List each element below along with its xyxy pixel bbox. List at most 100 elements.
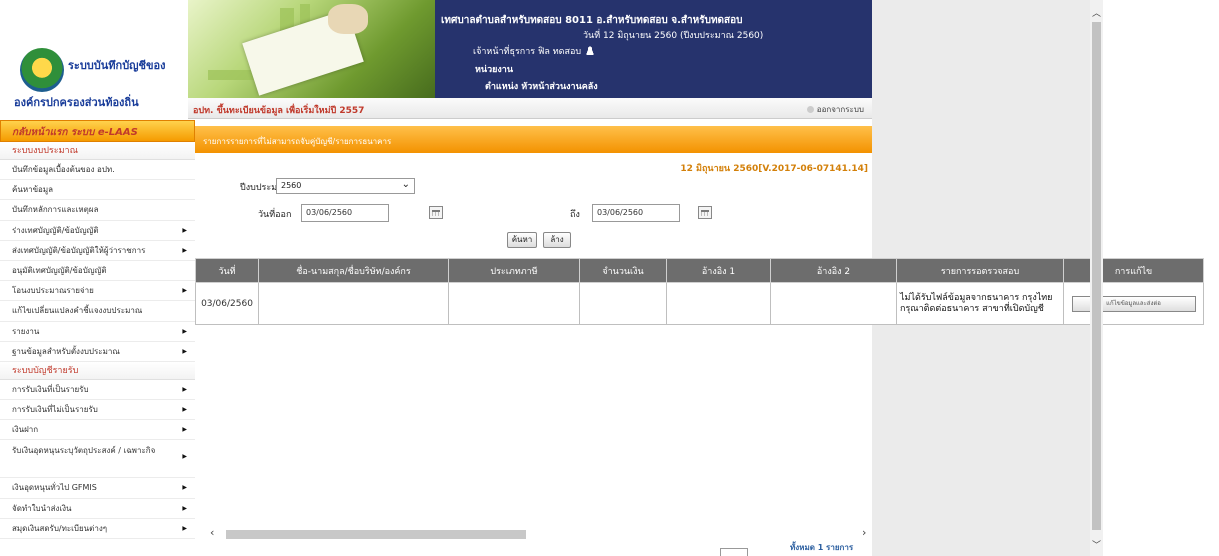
chevron-right-icon: ▶ xyxy=(182,453,187,461)
date-from-input[interactable]: 03/06/2560 xyxy=(301,204,389,222)
version-timestamp: 12 มิถุนายน 2560[V.2017-06-07141.14] xyxy=(680,164,868,174)
ref1-cell xyxy=(666,282,771,325)
sidebar-item-label: สมุดเงินสดรับ/ทะเบียนต่างๆ xyxy=(12,523,108,533)
current-date: วันที่ 12 มิถุนายน 2560 (ปีงบประมาณ 2560… xyxy=(583,31,764,41)
sidebar-item-label: อนุมัติเทศบัญญัติ/ข้อบัญญัติ xyxy=(12,265,107,275)
fiscal-year-select[interactable]: 2560 ⌄ xyxy=(276,178,415,194)
position-label: ตำแหน่ง หัวหน้าส่วนงานคลัง xyxy=(485,82,598,92)
sidebar-home-label: กลับหน้าแรก ระบบ e-LAAS xyxy=(12,127,138,138)
column-header: รายการรอตรวจสอบ xyxy=(896,258,1064,283)
sidebar-item-label: ค้นหาข้อมูล xyxy=(12,185,54,195)
sidebar-item[interactable]: ส่งเทศบัญญัติ/ข้อบัญญัติให้ผู้ว่าราชการ ▶ xyxy=(0,241,195,261)
calendar-icon[interactable] xyxy=(698,206,712,219)
section-banner-text: รายการรายการที่ไม่สามารถจับคู่บัญชี/รายก… xyxy=(203,137,392,146)
date-from-label: วันที่ออก xyxy=(258,210,292,220)
logout-label: ออกจากระบบ xyxy=(816,105,864,114)
user-icon xyxy=(585,46,596,55)
sidebar-item[interactable]: ร่างเทศบัญญัติ/ข้อบัญญัติ ▶ xyxy=(0,221,195,241)
logout-icon xyxy=(806,106,814,113)
sidebar-menu: กลับหน้าแรก ระบบ e-LAAS ระบบงบประมาณ บันท… xyxy=(0,120,195,556)
sidebar-item-label: จัดทำใบนำส่งเงิน xyxy=(12,503,72,513)
tax-type-cell xyxy=(448,282,580,325)
sidebar-item[interactable]: เงินอุดหนุนทั่วไป GFMIS ▶ xyxy=(0,478,195,499)
user-info-banner: เทศบาลตำบลสำหรับทดสอบ 8011 อ.สำหรับทดสอบ… xyxy=(435,0,872,98)
scroll-right-icon[interactable]: › xyxy=(862,526,866,539)
pending-note-cell: ไม่ได้รับไฟล์ข้อมูลจากธนาคาร กรุงไทย กรุ… xyxy=(896,282,1064,325)
chevron-right-icon: ▶ xyxy=(182,504,187,512)
logo-title-line1: ระบบบันทึกบัญชีของ xyxy=(68,59,166,72)
column-header: อ้างอิง 2 xyxy=(770,258,897,283)
scroll-down-icon[interactable]: ﹀ xyxy=(1092,538,1101,551)
chevron-right-icon: ▶ xyxy=(182,524,187,532)
chevron-right-icon: ▶ xyxy=(182,327,187,335)
sidebar-item[interactable]: ค้นหาข้อมูล xyxy=(0,180,195,201)
user-name-line: เจ้าหน้าที่ธุรการ ฟิล ทดสอบ xyxy=(473,44,596,58)
name-cell xyxy=(258,282,449,325)
app-window: ระบบบันทึกบัญชีของ องค์กรปกครองส่วนท้องถ… xyxy=(0,0,1219,556)
laas-emblem-icon xyxy=(20,48,64,92)
scroll-up-icon[interactable]: ︿ xyxy=(1092,6,1101,19)
sidebar-item-label: ร่างเทศบัญญัติ/ข้อบัญญัติ xyxy=(12,225,99,235)
sidebar-item[interactable]: บันทึกข้อมูลเบื้องต้นของ อปท. xyxy=(0,160,195,181)
sidebar-body: ระบบงบประมาณ บันทึกข้อมูลเบื้องต้นของ อปท… xyxy=(0,142,195,539)
date-to-input[interactable]: 03/06/2560 xyxy=(592,204,680,222)
logout-link[interactable]: ออกจากระบบ xyxy=(806,103,864,116)
vertical-scrollbar[interactable]: ︿ ﹀ xyxy=(1090,0,1103,556)
chevron-right-icon: ▶ xyxy=(182,406,187,414)
sidebar-item[interactable]: การรับเงินที่ไม่เป็นรายรับ ▶ xyxy=(0,400,195,421)
page-input[interactable] xyxy=(720,548,748,556)
column-header: การแก้ไข xyxy=(1063,258,1204,283)
chevron-right-icon: ▶ xyxy=(182,246,187,254)
sidebar-item-label: ฐานข้อมูลสำหรับตั้งงบประมาณ xyxy=(12,346,120,356)
sidebar-item-label: รายงาน xyxy=(12,326,40,336)
sidebar-item-label: เงินอุดหนุนทั่วไป GFMIS xyxy=(12,483,97,493)
chevron-right-icon: ▶ xyxy=(182,226,187,234)
chevron-down-icon: ⌄ xyxy=(401,179,410,190)
sidebar-item[interactable]: การรับเงินที่เป็นรายรับ ▶ xyxy=(0,380,195,401)
scrollbar-thumb[interactable] xyxy=(1092,22,1101,530)
ref2-cell xyxy=(770,282,897,325)
sidebar-item[interactable]: อนุมัติเทศบัญญัติ/ข้อบัญญัติ xyxy=(0,261,195,282)
table-row: 03/06/2560 ไม่ได้รับไฟล์ข้อมูลจากธนาคาร … xyxy=(195,282,1204,325)
results-table: วันที่ ชื่อ-นามสกุล/ชื่อบริษัท/องค์กร ปร… xyxy=(195,258,1204,325)
date-to-label: ถึง xyxy=(570,210,580,220)
fiscal-year-value: 2560 xyxy=(281,181,302,190)
organization-name: เทศบาลตำบลสำหรับทดสอบ 8011 อ.สำหรับทดสอบ… xyxy=(441,15,743,26)
calendar-icon[interactable] xyxy=(429,206,443,219)
record-count: ทั้งหมด 1 รายการ xyxy=(790,543,854,552)
sidebar-section-title: ระบบงบประมาณ xyxy=(0,142,195,160)
column-header: วันที่ xyxy=(195,258,259,283)
sidebar-item-label: การรับเงินที่เป็นรายรับ xyxy=(12,384,89,394)
clear-button[interactable]: ล้าง xyxy=(543,232,571,248)
sidebar-item[interactable]: เงินฝาก ▶ xyxy=(0,420,195,441)
sidebar-item[interactable]: จัดทำใบนำส่งเงิน ▶ xyxy=(0,499,195,519)
sidebar-section-title: ระบบบัญชีรายรับ xyxy=(0,361,195,380)
sidebar-item-label: โอนงบประมาณรายจ่าย xyxy=(12,286,94,296)
sidebar-item[interactable]: โอนงบประมาณรายจ่าย ▶ xyxy=(0,281,195,302)
column-header: ประเภทภาษี xyxy=(448,258,580,283)
sidebar-home-link[interactable]: กลับหน้าแรก ระบบ e-LAAS xyxy=(0,120,195,142)
sidebar-item-label: การรับเงินที่ไม่เป็นรายรับ xyxy=(12,405,98,415)
sidebar-item[interactable]: สมุดเงินสดรับ/ทะเบียนต่างๆ ▶ xyxy=(0,519,195,539)
sidebar-item[interactable]: บันทึกหลักการและเหตุผล xyxy=(0,200,195,221)
chevron-right-icon: ▶ xyxy=(182,287,187,295)
sidebar-item-label: บันทึกหลักการและเหตุผล xyxy=(12,205,99,215)
column-header: อ้างอิง 1 xyxy=(666,258,771,283)
date-cell: 03/06/2560 xyxy=(195,282,259,325)
blank-area xyxy=(872,0,1090,258)
horizontal-scrollbar[interactable]: ‹ › xyxy=(208,526,872,540)
sidebar-item[interactable]: แก้ไขเปลี่ยนแปลงคำชี้แจงงบประมาณ xyxy=(0,301,195,322)
user-name: เจ้าหน้าที่ธุรการ ฟิล ทดสอบ xyxy=(473,47,582,57)
sidebar-item-label: รับเงินอุดหนุนระบุวัตถุประสงค์ / เฉพาะกิ… xyxy=(12,446,156,456)
sidebar-item[interactable]: รายงาน ▶ xyxy=(0,322,195,342)
column-header: จำนวนเงิน xyxy=(579,258,667,283)
sidebar-item[interactable]: ฐานข้อมูลสำหรับตั้งงบประมาณ ▶ xyxy=(0,342,195,362)
search-button[interactable]: ค้นหา xyxy=(507,232,537,248)
edit-cell: แก้ไขข้อมูลและส่งต่อ xyxy=(1063,282,1204,325)
scrollbar-thumb[interactable] xyxy=(226,530,526,539)
sidebar-item[interactable]: รับเงินอุดหนุนระบุวัตถุประสงค์ / เฉพาะกิ… xyxy=(0,440,195,479)
section-banner: รายการรายการที่ไม่สามารถจับคู่บัญชี/รายก… xyxy=(195,126,872,153)
scroll-left-icon[interactable]: ‹ xyxy=(210,526,214,539)
subsystem-title: อปท. ขึ้นทะเบียนข้อมูล เพื่อเริ่มใหม่ปี … xyxy=(193,106,365,116)
column-header: ชื่อ-นามสกุล/ชื่อบริษัท/องค์กร xyxy=(258,258,449,283)
